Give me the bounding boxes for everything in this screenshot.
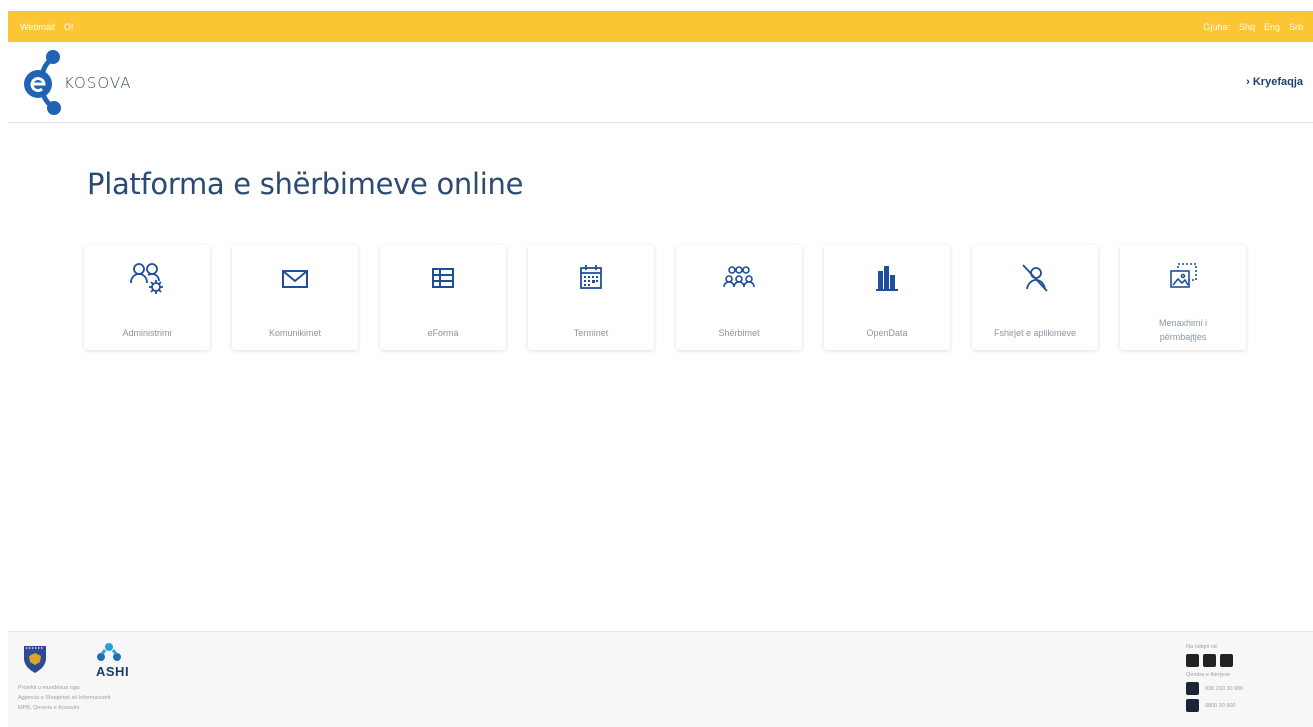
follow-label: Na ndiqni në: [1186, 644, 1219, 650]
tile-komunikimet[interactable]: Komunikimet [232, 245, 358, 350]
group-people-icon [723, 266, 755, 288]
social-links [1186, 654, 1243, 667]
lang-eng-link[interactable]: Eng [1264, 22, 1280, 32]
lang-shq-link[interactable]: Shq [1239, 22, 1255, 32]
tile-eforma[interactable]: eForma [380, 245, 506, 350]
credits-line: Projekti u mundësua nga: [18, 685, 81, 691]
home-link[interactable]: › Kryefaqja [1246, 76, 1303, 88]
delete-person-icon [1022, 264, 1048, 292]
ashi-logo-text: ASHI [96, 664, 130, 679]
facebook-icon[interactable] [1186, 654, 1199, 667]
tile-label: Terminet [573, 328, 609, 338]
tile-administrimi[interactable]: Administrimi [84, 245, 210, 350]
admin-users-gear-icon [130, 263, 163, 294]
top-bar: Webmail OI Gjuha: Shq Eng Srb [8, 11, 1313, 42]
credits-line: MPB, Qeveria e Kosovës [18, 705, 80, 711]
tile-label: eForma [427, 328, 459, 338]
tile-label: Shërbimet [718, 328, 760, 338]
webmail-link[interactable]: Webmail [20, 22, 55, 32]
envelope-icon [282, 270, 308, 288]
phone-icon [1186, 699, 1199, 712]
bar-chart-icon [876, 266, 898, 291]
tile-fshirjet[interactable]: Fshirjet e aplikimeve [972, 245, 1098, 350]
kosovo-crest-icon [24, 646, 46, 673]
phone-number[interactable]: 0800 30 900 [1205, 703, 1236, 709]
phone-icon [1186, 682, 1199, 695]
tile-label-line2: përmbajtjes [1159, 332, 1207, 342]
logo-text: KOSOVA [64, 74, 132, 92]
calendar-icon [580, 265, 602, 289]
credits-line: Agjencia e Shoqërisë së Informacionit [18, 695, 111, 701]
phone-row: 038 200 30 900 [1186, 682, 1243, 695]
phone-number[interactable]: 038 200 30 900 [1205, 686, 1243, 692]
twitter-icon[interactable] [1203, 654, 1216, 667]
tile-menaxhimi[interactable]: Menaxhimi i përmbajtjes [1120, 245, 1246, 350]
footer: ASHI Projekti u mundësua nga: Agjencia e… [8, 631, 1313, 727]
lang-srb-link[interactable]: Srb [1289, 22, 1303, 32]
tile-terminet[interactable]: Terminet [528, 245, 654, 350]
tile-label: Fshirjet e aplikimeve [993, 328, 1077, 338]
tile-label: Menaxhimi i përmbajtjes [1120, 316, 1246, 344]
tile-sherbimet[interactable]: Shërbimet [676, 245, 802, 350]
phone-row: 0800 30 900 [1186, 699, 1243, 712]
tile-label-line1: Menaxhimi i [1158, 318, 1207, 328]
form-table-icon [432, 268, 454, 288]
tile-label: OpenData [866, 328, 908, 338]
oi-link[interactable]: OI [64, 22, 74, 32]
footer-contact: Na ndiqni në: Qendra e thirrjeve 038 200… [1186, 644, 1243, 712]
tile-label: Administrimi [122, 328, 172, 338]
content-images-icon [1170, 263, 1197, 288]
tile-label: Komunikimet [268, 328, 322, 338]
tile-opendata[interactable]: OpenData [824, 245, 950, 350]
page-title: Platforma e shërbimeve online [87, 167, 524, 201]
header: KOSOVA › Kryefaqja [8, 42, 1313, 123]
call-center-label: Qendra e thirrjeve [1186, 672, 1231, 678]
footer-credits: Projekti u mundësua nga: Agjencia e Shoq… [18, 683, 110, 713]
instagram-icon[interactable] [1220, 654, 1233, 667]
language-label: Gjuha: [1203, 21, 1230, 32]
ashi-logo-icon [97, 643, 121, 661]
